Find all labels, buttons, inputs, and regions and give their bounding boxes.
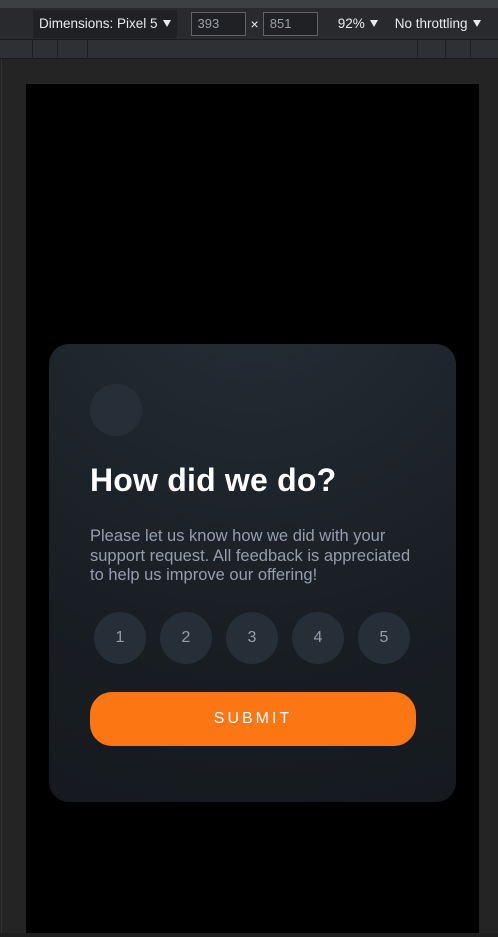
media-query-ruler[interactable]: [0, 40, 498, 59]
ruler-tick: [470, 40, 471, 59]
submit-button[interactable]: SUBMIT: [90, 691, 416, 746]
zoom-select[interactable]: 92%: [338, 16, 378, 31]
chevron-down-icon: [162, 20, 171, 27]
ruler-tick: [32, 40, 33, 59]
card-title: How did we do?: [90, 462, 337, 498]
bottom-edge: [0, 933, 498, 937]
divider: [1, 59, 2, 937]
rating-options: 1 2 3 4 5: [90, 611, 415, 664]
rating-button-1[interactable]: 1: [94, 611, 146, 664]
rating-card: How did we do? Please let us know how we…: [49, 344, 456, 802]
ruler-tick: [417, 40, 418, 59]
rating-button-3[interactable]: 3: [226, 611, 278, 664]
emulation-viewport-area: How did we do? Please let us know how we…: [0, 59, 498, 937]
chevron-down-icon: [472, 20, 481, 27]
card-description: Please let us know how we did with your …: [90, 527, 411, 584]
device-toolbar: Dimensions: Pixel 5 × 92% No throttling: [0, 8, 498, 40]
ruler-tick: [57, 40, 58, 59]
device-screen: How did we do? Please let us know how we…: [26, 84, 479, 934]
star-icon: [90, 384, 142, 436]
browser-top-strip: [0, 0, 498, 8]
ruler-tick: [445, 40, 446, 59]
height-input[interactable]: [262, 11, 318, 36]
times-separator: ×: [250, 15, 259, 32]
rating-button-4[interactable]: 4: [292, 611, 344, 664]
throttling-select[interactable]: No throttling: [395, 16, 481, 31]
ruler-tick: [87, 40, 88, 59]
throttling-label: No throttling: [394, 16, 468, 31]
rating-button-2[interactable]: 2: [160, 611, 212, 664]
dimensions-select[interactable]: Dimensions: Pixel 5: [33, 9, 177, 38]
chevron-down-icon: [369, 20, 378, 27]
zoom-label: 92%: [337, 16, 365, 31]
dimensions-label: Dimensions: Pixel 5: [39, 16, 158, 31]
width-input[interactable]: [190, 11, 246, 36]
rating-button-5[interactable]: 5: [358, 611, 410, 664]
